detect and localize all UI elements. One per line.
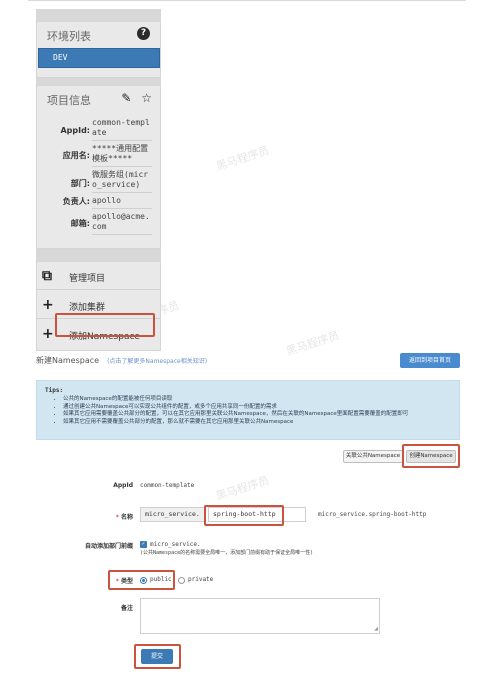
- menu-manage-project[interactable]: ⧉ 管理项目: [37, 263, 160, 290]
- page-title: 新建Namespace (点击了解更多Namespace相关知识): [36, 355, 207, 366]
- back-to-project-button[interactable]: 返回到项目首页: [400, 353, 460, 368]
- auto-prefix-hint: (公共Namespace的名称需要全局唯一，添加部门前缀有助于保证全局唯一性): [140, 550, 314, 556]
- info-label: 邮箱:: [70, 219, 90, 228]
- info-label: 负责人:: [62, 197, 90, 206]
- grid-icon: ⧉: [42, 268, 52, 284]
- tips-title: Tips:: [45, 387, 64, 394]
- auto-prefix-checkbox[interactable]: ✓: [140, 541, 147, 548]
- highlight-type-public: [108, 570, 175, 590]
- name-preview: micro_service.spring-boot-http: [318, 511, 427, 518]
- watermark: 黑马程序员: [214, 473, 271, 504]
- info-value: 微服务组(micro_service): [92, 170, 152, 193]
- namespace-help-link[interactable]: (点击了解更多Namespace相关知识): [107, 358, 207, 365]
- tips-box: Tips: 公共的Namespace的配置能被任何项目读取 通过创建公共Name…: [36, 380, 460, 440]
- env-item-dev[interactable]: DEV: [38, 48, 160, 68]
- project-info-title: 项目信息: [47, 94, 91, 107]
- type-private-radio[interactable]: [178, 577, 185, 584]
- watermark: 黑马程序员: [284, 328, 341, 359]
- highlight-submit: [134, 644, 181, 669]
- sidebar: 环境列表 ? DEV 项目信息 ✎ ☆ AppId: common-templa…: [36, 9, 161, 351]
- project-info-panel: 项目信息 ✎ ☆ AppId: common-template 应用名: ***…: [36, 85, 161, 249]
- env-list-title: 环境列表: [47, 30, 91, 43]
- menu-label: 添加集群: [69, 303, 106, 313]
- highlight-create-namespace: [402, 444, 460, 468]
- tip-item: 如果其它应用不需要覆盖公共部分的配置，那么就不需要在其它应用那里关联公共Name…: [63, 419, 408, 427]
- star-icon[interactable]: ☆: [141, 91, 152, 105]
- info-value: *****通用配置模板*****: [92, 144, 152, 167]
- watermark: 黑马程序员: [214, 143, 271, 174]
- menu-label: 管理项目: [69, 274, 106, 284]
- plus-icon: +: [42, 297, 54, 313]
- auto-prefix-label: 自动添加部门前缀: [84, 543, 133, 550]
- env-item-label: DEV: [53, 53, 68, 62]
- type-private-label: private: [188, 576, 214, 583]
- tips-list: 公共的Namespace的配置能被任何项目读取 通过创建公共Namespace可…: [63, 396, 408, 426]
- highlight-add-namespace: [55, 313, 155, 337]
- page-title-text: 新建Namespace: [36, 356, 100, 365]
- top-divider: [28, 0, 466, 1]
- appid-label: AppId: [113, 482, 133, 489]
- auto-prefix-value: micro_service.: [150, 541, 201, 548]
- name-label: * 名称: [115, 514, 133, 521]
- link-public-namespace-button[interactable]: 关联公共Namespace: [343, 450, 403, 463]
- project-menu: ⧉ 管理项目 + 添加集群 + 添加Namespace: [36, 261, 161, 351]
- highlight-name-input: [204, 505, 284, 526]
- resize-handle-icon[interactable]: ◢: [374, 626, 378, 632]
- info-value: common-template: [92, 118, 152, 141]
- plus-icon: +: [42, 326, 54, 342]
- info-label: AppId:: [60, 126, 90, 135]
- name-prefix-field: micro_service.: [140, 507, 206, 522]
- tip-item: 如果其它应用需要覆盖公共部分的配置，可以在其它应用那里关联公共Namespace…: [63, 411, 408, 419]
- appid-value: common-template: [140, 482, 195, 489]
- info-label: 应用名:: [62, 151, 90, 160]
- remark-label: 备注: [120, 605, 133, 612]
- info-value: apollo: [92, 196, 152, 209]
- tip-item: 通过创建公共Namespace可以实现公共组件的配置，或多个应用共享同一份配置的…: [63, 404, 408, 412]
- tip-item: 公共的Namespace的配置能被任何项目读取: [63, 396, 408, 404]
- remark-textarea[interactable]: ◢: [140, 598, 380, 634]
- help-icon[interactable]: ?: [137, 27, 150, 40]
- project-info-actions: ✎ ☆: [115, 91, 152, 105]
- edit-icon[interactable]: ✎: [121, 91, 131, 105]
- info-value: apollo@acme.com: [92, 212, 152, 235]
- info-label: 部门:: [70, 179, 90, 188]
- env-list-panel: 环境列表 ? DEV: [36, 21, 161, 78]
